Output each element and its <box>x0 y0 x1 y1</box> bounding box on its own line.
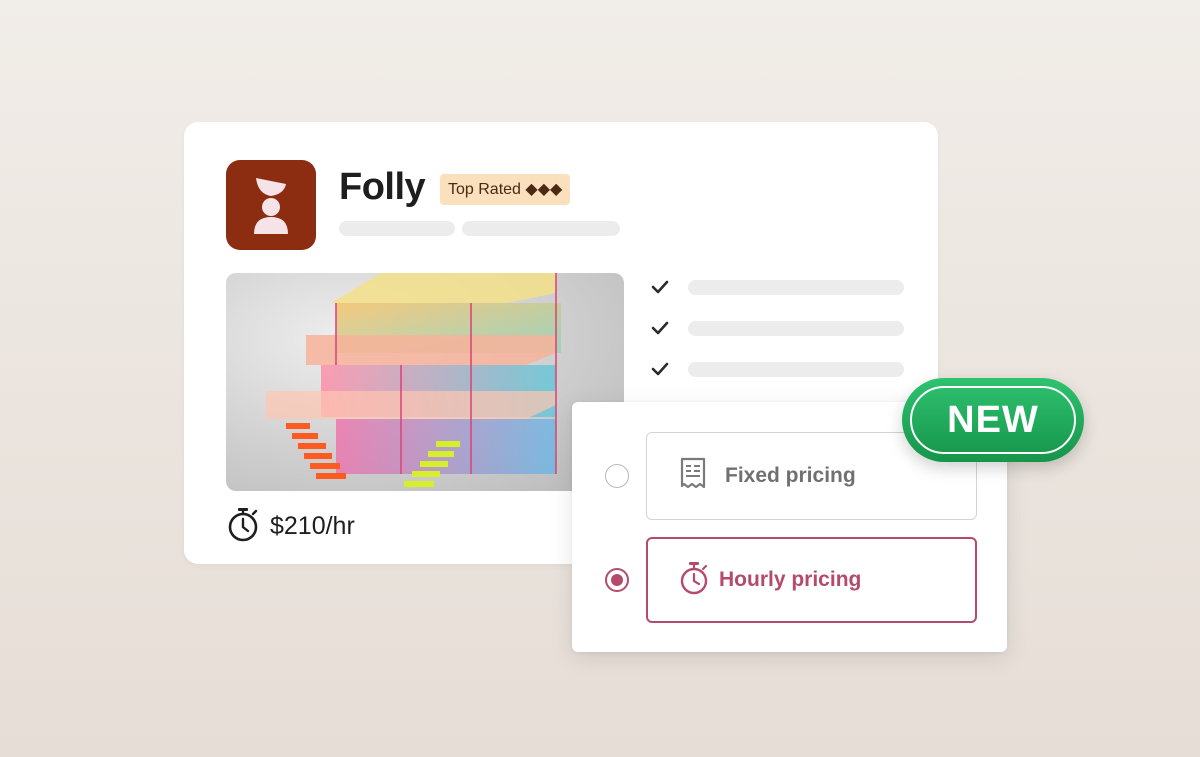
feature-item <box>650 357 910 381</box>
new-badge: NEW <box>902 378 1084 462</box>
placeholder-bar <box>339 221 455 236</box>
check-icon <box>651 321 669 335</box>
top-rated-badge: Top Rated ◆◆◆ <box>440 174 571 205</box>
brand-logo <box>226 160 316 250</box>
feature-item <box>650 316 910 340</box>
placeholder-bar <box>688 321 904 336</box>
placeholder-bar <box>688 280 904 295</box>
freelancer-name: Folly <box>339 166 426 208</box>
new-badge-inner: NEW <box>910 386 1076 454</box>
stopwatch-icon <box>678 560 710 601</box>
fixed-pricing-label: Fixed pricing <box>725 464 856 487</box>
price-text: $210/hr <box>270 511 355 540</box>
placeholder-bar <box>462 221 620 236</box>
new-badge-text: NEW <box>947 398 1039 441</box>
placeholder-bar <box>688 362 904 377</box>
check-icon <box>651 362 669 376</box>
stopwatch-icon <box>226 506 260 547</box>
feature-item <box>650 275 910 299</box>
receipt-icon <box>677 456 709 497</box>
hourly-pricing-option[interactable]: Hourly pricing <box>646 537 977 623</box>
fixed-pricing-radio[interactable] <box>605 464 629 488</box>
portfolio-image[interactable] <box>226 273 624 491</box>
check-icon <box>651 280 669 294</box>
hourly-pricing-radio[interactable] <box>605 568 629 592</box>
hourly-pricing-label: Hourly pricing <box>719 568 862 591</box>
hourly-rate: $210/hr <box>226 506 355 546</box>
